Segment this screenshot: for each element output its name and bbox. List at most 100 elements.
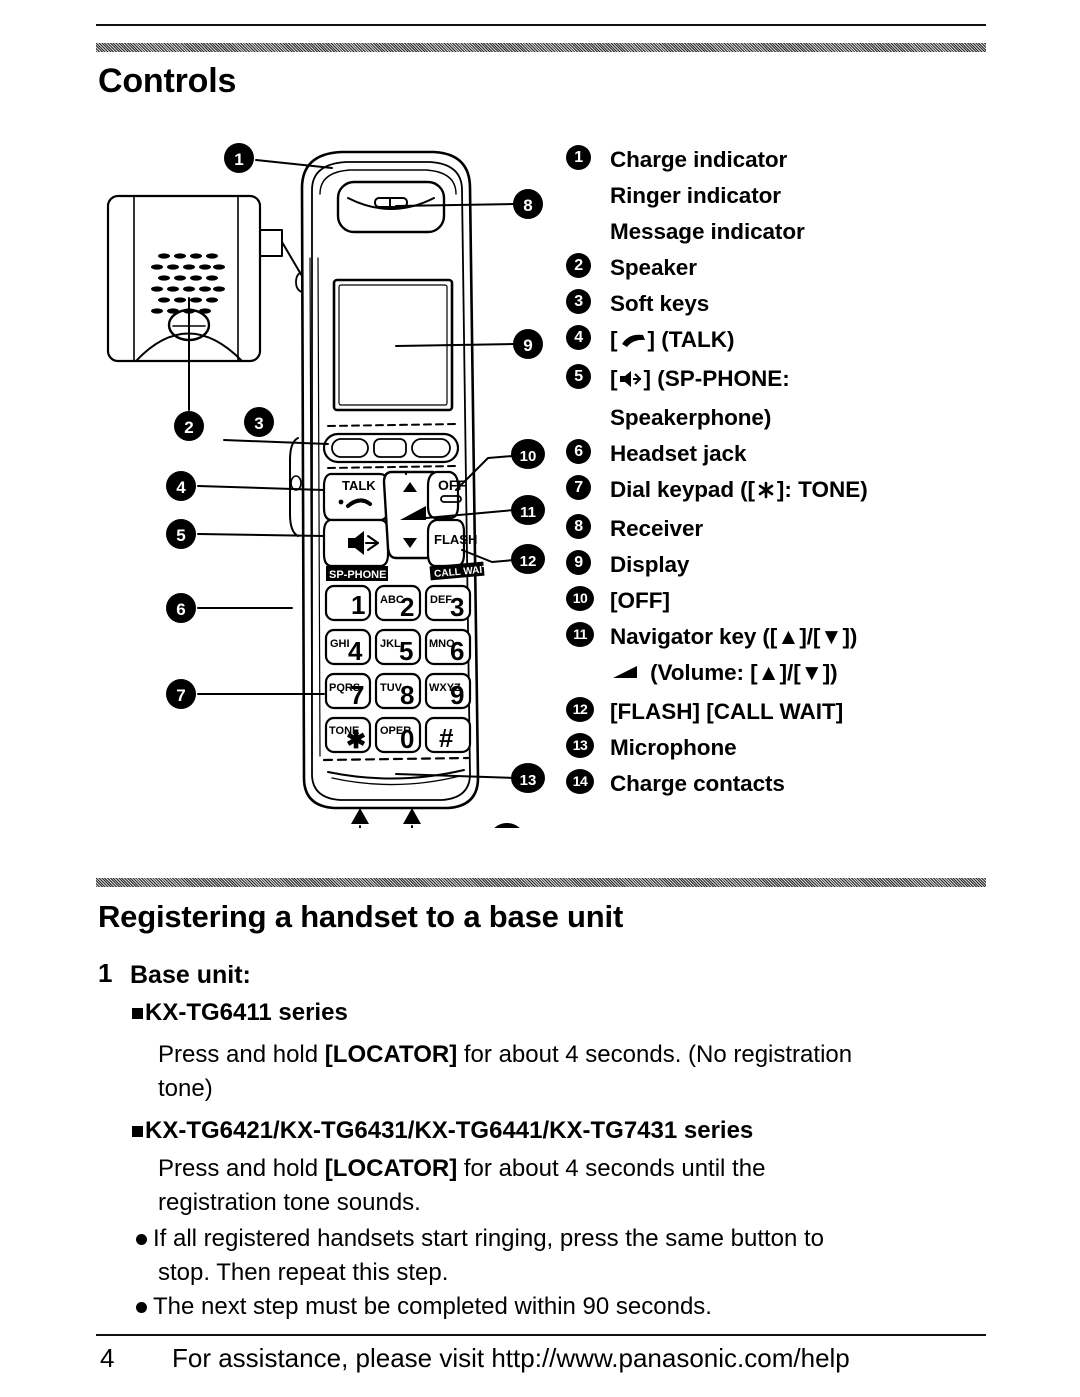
svg-text:JKL: JKL [380,638,401,650]
svg-text:7: 7 [176,686,185,705]
legend-item-flash-call-wait: 12 [FLASH] [CALL WAIT] [566,694,996,730]
asterisk-tone-icon [755,475,777,511]
legend-badge-14: 14 [566,766,610,794]
legend-badge-9: 9 [566,547,610,575]
tone-label: ]: TONE) [776,477,868,502]
legend-label: Message indicator [610,219,805,244]
legend-label: Speaker [610,255,697,280]
circled-number-icon: 10 [566,586,594,611]
legend-label: Ringer indicator [610,183,781,208]
instruction-line-2-cont: registration tone sounds. [158,1189,421,1216]
legend-badge-8: 8 [566,511,610,539]
charge-contacts-arrows [351,808,421,828]
talk-key-drawing: TALK [322,472,390,522]
legend-badge-1: 1 [566,142,610,170]
bracket-open: [ [610,327,618,352]
legend-item-sp-phone: 5 [ ] (SP-PHONE: [566,361,996,400]
svg-text:13: 13 [520,772,537,789]
legend-item-volume-cont: (Volume: [▲]/[▼]) [566,655,996,694]
legend-item-headset-jack: 6 Headset jack [566,436,996,472]
talk-label: ] (TALK) [647,327,735,352]
legend-badge-6: 6 [566,436,610,464]
talk-key-label: TALK [342,478,376,493]
svg-text:2: 2 [184,418,193,437]
svg-text:4: 4 [176,478,186,497]
legend-badge-11: 11 [566,619,610,647]
page-number: 4 [100,1343,115,1373]
note-1: If all registered handsets start ringing… [136,1222,824,1256]
circled-number-icon: 7 [566,475,591,500]
section-title-registering: Registering a handset to a base unit [98,899,624,934]
series-heading-text: KX-TG6411 series [145,999,348,1026]
legend-label: [FLASH] [CALL WAIT] [610,699,844,724]
note-1-cont: stop. Then repeat this step. [158,1259,449,1286]
legend-item-ringer-indicator: Ringer indicator [566,178,996,214]
legend-label: Navigator key ([▲]/[▼]) [610,624,858,649]
svg-text:12: 12 [520,553,537,570]
svg-text:✱: ✱ [346,727,366,754]
legend-item-soft-keys: 3 Soft keys [566,286,996,322]
legend-item-microphone: 13 Microphone [566,730,996,766]
svg-text:1: 1 [351,590,365,620]
series-heading-text: KX-TG6421/KX-TG6431/KX-TG6441/KX-TG7431 … [145,1117,754,1144]
series-heading-2: KX-TG6421/KX-TG6431/KX-TG6441/KX-TG7431 … [132,1114,753,1148]
controls-legend-list: 1 Charge indicator Ringer indicator Mess… [566,142,996,802]
circled-number-icon: 5 [566,364,591,389]
instruction-line-1-cont: tone) [158,1075,213,1102]
svg-text:7: 7 [350,680,364,710]
legend-badge-13: 13 [566,730,610,758]
instruction-post: for about 4 seconds until the [457,1155,766,1182]
sp-phone-label: ] (SP-PHONE: [643,366,790,391]
svg-text:2: 2 [400,592,414,622]
legend-label: Speakerphone) [610,405,772,430]
legend-item-dial-keypad: 7 Dial keypad ([ ]: TONE) [566,472,996,511]
header-rule [96,24,986,26]
legend-badge-7: 7 [566,472,610,500]
controls-section-bar [96,43,986,52]
legend-label: Charge contacts [610,771,785,796]
svg-text:5: 5 [399,636,413,666]
circled-number-icon: 8 [566,514,591,539]
legend-label: Charge indicator [610,147,788,172]
legend-item-talk: 4 [ ] (TALK) [566,322,996,361]
flash-key-drawing: FLASH CALL WAIT [426,518,489,581]
instruction-pre: Press and hold [158,1041,325,1068]
circled-number-icon: 11 [566,622,594,647]
charger-base-drawing [106,194,303,363]
legend-badge-3: 3 [566,286,610,314]
svg-text:0: 0 [400,724,414,754]
svg-text:8: 8 [523,196,532,215]
svg-text:DEF: DEF [430,594,452,606]
legend-badge-4: 4 [566,322,610,350]
footer-rule [96,1334,986,1336]
legend-item-navigator-key: 11 Navigator key ([▲]/[▼]) [566,619,996,655]
volume-wedge-icon [610,658,644,694]
dot-bullet-icon [136,1302,147,1313]
sp-phone-key-label: SP-PHONE [329,569,386,581]
circled-number-icon: 13 [566,733,594,758]
registering-section-bar [96,878,986,887]
legend-item-receiver: 8 Receiver [566,511,996,547]
svg-text:3: 3 [450,592,464,622]
legend-badge-2: 2 [566,250,610,278]
note-text: The next step must be completed within 9… [153,1293,712,1320]
legend-label: Soft keys [610,291,710,316]
legend-label: Microphone [610,735,737,760]
flash-key-label: FLASH [434,532,477,547]
locator-key-label: [LOCATOR] [324,1041,458,1068]
manual-page: Controls TALK SP-PHONE OFF FLASH CALL WA… [0,0,1080,1397]
handset-diagram: TALK SP-PHONE OFF FLASH CALL WAIT 1 ABC … [96,138,566,828]
legend-label: [OFF] [610,588,670,613]
volume-label: (Volume: [▲]/[▼]) [650,660,838,685]
circled-number-icon: 6 [566,439,591,464]
circled-number-icon: 1 [566,145,591,170]
svg-text:GHI: GHI [330,638,350,650]
talk-handset-icon [618,325,648,361]
bracket-open: [ [610,366,618,391]
svg-text:4: 4 [348,636,363,666]
svg-text:#: # [439,723,454,753]
locator-key-label: [LOCATOR] [324,1155,458,1182]
instruction-line-1: Press and hold [LOCATOR] for about 4 sec… [158,1038,852,1072]
legend-badge-10: 10 [566,583,610,611]
instruction-line-2: Press and hold [LOCATOR] for about 4 sec… [158,1152,765,1186]
